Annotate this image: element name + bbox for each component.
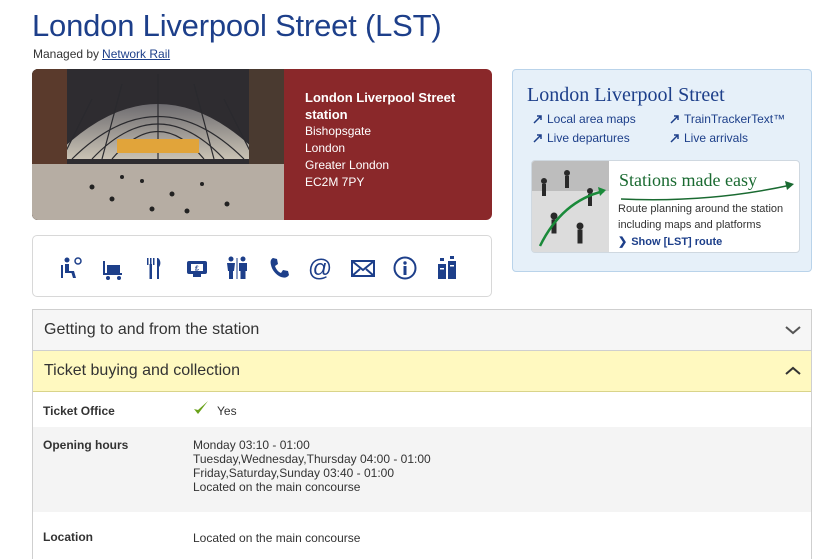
accordion-header[interactable]: Ticket buying and collection bbox=[33, 351, 811, 392]
show-route-label: Show [LST] route bbox=[631, 236, 723, 248]
station-photo bbox=[32, 69, 284, 220]
station-name: London Liverpool Street station bbox=[305, 90, 456, 122]
accordion-getting-to-station[interactable]: Getting to and from the station bbox=[32, 309, 812, 351]
mail-icon[interactable] bbox=[350, 255, 376, 281]
chevron-right-icon: ❯ bbox=[618, 236, 628, 248]
opening-hours-row: Opening hours Monday 03:10 - 01:00 Tuesd… bbox=[33, 427, 811, 512]
at-icon[interactable]: @ bbox=[307, 255, 333, 281]
info-box-title: London Liverpool Street bbox=[527, 84, 725, 106]
accordion-title: Getting to and from the station bbox=[44, 321, 260, 338]
svg-text:@: @ bbox=[308, 255, 332, 281]
accordion-title: Ticket buying and collection bbox=[44, 362, 240, 379]
promo-swoosh bbox=[620, 181, 794, 201]
check-icon bbox=[194, 401, 208, 414]
accordion-header[interactable]: Getting to and from the station bbox=[33, 310, 811, 351]
location-row: Location Located on the main concourse bbox=[33, 512, 811, 559]
trolley-icon[interactable] bbox=[100, 255, 126, 281]
facility-icons-bar: £ @ bbox=[32, 235, 492, 297]
toilets-icon[interactable] bbox=[224, 255, 250, 281]
station-address: London Liverpool Street station Bishopsg… bbox=[284, 69, 492, 220]
traintrackertext-link[interactable]: TrainTrackerText™ bbox=[670, 112, 785, 126]
lockers-icon[interactable] bbox=[434, 255, 460, 281]
stations-made-easy-promo[interactable]: Stations made easy Route planning around… bbox=[531, 160, 800, 253]
ticket-office-label: Ticket Office bbox=[43, 404, 115, 418]
managed-by-prefix: Managed by bbox=[33, 47, 100, 61]
station-card: London Liverpool Street station Bishopsg… bbox=[32, 69, 492, 220]
show-route-link[interactable]: ❯ Show [LST] route bbox=[618, 235, 722, 248]
opening-hours-label: Opening hours bbox=[43, 438, 129, 452]
address-line-4: EC2M 7PY bbox=[305, 175, 365, 189]
page-title: London Liverpool Street (LST) bbox=[32, 8, 442, 43]
ticket-machine-icon[interactable]: £ bbox=[184, 255, 210, 281]
opening-hours-value: Monday 03:10 - 01:00 Tuesday,Wednesday,T… bbox=[193, 438, 431, 494]
link-label: Local area maps bbox=[547, 112, 636, 126]
chevron-up-icon[interactable] bbox=[785, 365, 801, 377]
chevron-down-icon[interactable] bbox=[785, 324, 801, 336]
network-rail-link[interactable]: Network Rail bbox=[102, 47, 170, 61]
phone-icon[interactable] bbox=[266, 255, 292, 281]
location-label: Location bbox=[43, 530, 93, 544]
arrow-icon bbox=[670, 115, 679, 124]
promo-photo bbox=[532, 161, 609, 252]
svg-text:£: £ bbox=[195, 266, 199, 273]
link-label: Live arrivals bbox=[684, 131, 749, 145]
address-line-1: Bishopsgate bbox=[305, 124, 372, 138]
promo-text: Route planning around the station includ… bbox=[618, 203, 784, 231]
opening-hours-line: Friday,Saturday,Sunday 03:40 - 01:00 bbox=[193, 466, 395, 480]
arrow-icon bbox=[533, 115, 542, 124]
arrow-icon bbox=[533, 134, 542, 143]
link-label: TrainTrackerText™ bbox=[684, 112, 786, 126]
ticket-office-row: Ticket Office Yes bbox=[33, 393, 811, 427]
accordion-ticket-buying: Ticket buying and collection Ticket Offi… bbox=[32, 350, 812, 559]
opening-hours-line: Tuesday,Wednesday,Thursday 04:00 - 01:00 bbox=[193, 452, 431, 466]
station-info-box: London Liverpool Street Local area maps … bbox=[512, 69, 812, 272]
address-line-2: London bbox=[305, 141, 346, 155]
location-value: Located on the main concourse bbox=[193, 531, 361, 545]
live-departures-link[interactable]: Live departures bbox=[533, 131, 630, 145]
waiting-room-icon[interactable] bbox=[58, 255, 84, 281]
live-arrivals-link[interactable]: Live arrivals bbox=[670, 131, 748, 145]
local-area-maps-link[interactable]: Local area maps bbox=[533, 112, 636, 126]
arrow-icon bbox=[670, 134, 679, 143]
managed-by: Managed by Network Rail bbox=[33, 47, 170, 61]
address-line-3: Greater London bbox=[305, 158, 390, 172]
opening-hours-line: Located on the main concourse bbox=[193, 480, 361, 494]
ticket-office-value: Yes bbox=[217, 404, 237, 418]
opening-hours-line: Monday 03:10 - 01:00 bbox=[193, 438, 310, 452]
link-label: Live departures bbox=[547, 131, 630, 145]
info-icon[interactable] bbox=[392, 255, 418, 281]
food-icon[interactable] bbox=[141, 255, 167, 281]
